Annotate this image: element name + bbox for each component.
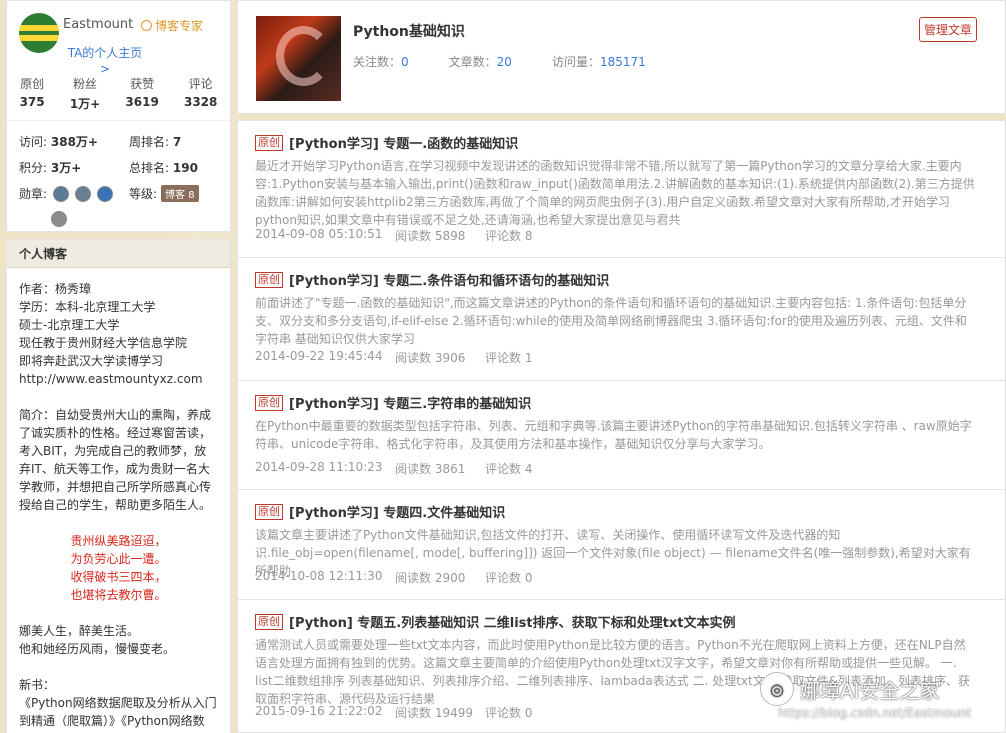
stat-original: 原创 375 — [19, 77, 45, 109]
points-label: 积分: — [19, 161, 48, 175]
stat-comments: 评论 3328 — [183, 77, 218, 109]
column-header: Python基础知识 关注数：0 文章数：20 访问量：185171 管理文章 — [237, 0, 1006, 114]
username[interactable]: Eastmount — [63, 17, 133, 32]
article-meta: 2014-10-08 12:11:30 阅读数 2900 评论数 0 — [255, 569, 533, 585]
article-title[interactable]: 原创 [Python] 专题五.列表基础知识 二维list排序、获取下标和处理t… — [255, 612, 735, 631]
article-item[interactable]: 原创 [Python学习] 专题四.文件基础知识 该篇文章主要讲述了Python… — [237, 490, 1006, 600]
column-meta: 关注数：0 文章数：20 访问量：185171 — [353, 55, 646, 69]
column-cover-image — [256, 16, 341, 101]
blog-heading: 个人博客 — [7, 240, 230, 268]
article-meta: 2014-09-22 19:45:44 阅读数 3906 评论数 1 — [255, 349, 533, 365]
article-title[interactable]: 原创 [Python学习] 专题四.文件基础知识 — [255, 502, 505, 521]
watermark-url: https://blog.csdn.net/Eastmount — [778, 706, 972, 720]
original-tag: 原创 — [255, 394, 283, 411]
watermark-text: 娜璋AI安全之家 — [800, 678, 940, 703]
stat-fans[interactable]: 粉丝 1万+ — [70, 75, 100, 112]
author-bio: 简介：自幼受贵州大山的熏陶，养成了诚实质朴的性格。经过寒窗苦读，考入BIT，为完… — [19, 408, 212, 512]
level-badge: 博客 8 — [161, 185, 199, 202]
expert-label: 博客专家 — [155, 19, 204, 33]
total-rank-value: 190 — [172, 161, 198, 175]
article-title[interactable]: 原创 [Python学习] 专题二.条件语句和循环语句的基础知识 — [255, 270, 609, 289]
medal-icon[interactable] — [51, 211, 67, 227]
medal-icon[interactable] — [53, 185, 70, 202]
article-summary: 最近才开始学习Python语言,在学习视频中发现讲述的函数知识觉得非常不错,所以… — [255, 159, 975, 227]
original-tag: 原创 — [255, 613, 283, 630]
article-title[interactable]: 原创 [Python学习] 专题三.字符串的基础知识 — [255, 393, 531, 412]
points-value: 3万+ — [50, 161, 82, 175]
article-summary: 在Python中最重要的数据类型包括字符串、列表、元组和字典等.该篇主要讲述Py… — [255, 419, 972, 451]
view-count: 185171 — [599, 55, 646, 69]
avatar[interactable] — [19, 13, 59, 53]
level-label: 等级: — [129, 187, 158, 201]
visits-value: 388万+ — [50, 135, 98, 149]
author-intro: 作者：杨秀璋 学历：本科-北京理工大学 硕士-北京理工大学 现任教于贵州财经大学… — [19, 282, 203, 386]
original-tag: 原创 — [255, 134, 283, 151]
profile-stats: 原创 375 粉丝 1万+ 获赞 3619 评论 3328 — [7, 75, 230, 121]
follow-count: 0 — [401, 55, 409, 69]
personal-blog-card: 个人博客 作者：杨秀璋 学历：本科-北京理工大学 硕士-北京理工大学 现任教于贵… — [6, 239, 231, 733]
manage-articles-button[interactable]: 管理文章 — [918, 17, 977, 42]
author-motto: 娜美人生，醉美生活。 他和她经历风雨，慢慢变老。 — [19, 624, 176, 656]
original-tag: 原创 — [255, 503, 283, 520]
homepage-link[interactable]: TA的个人主页 > — [65, 45, 145, 77]
wechat-icon: ◎ — [760, 672, 794, 706]
article-count: 20 — [496, 55, 512, 69]
expert-badge: 博客专家 — [141, 17, 203, 34]
article-item[interactable]: 原创 [Python学习] 专题三.字符串的基础知识 在Python中最重要的数… — [237, 381, 1006, 490]
medals-label: 勋章: — [19, 187, 48, 201]
author-books[interactable]: 新书： 《Python网络数据爬取及分析从入门到精通（爬取篇）》《Python网… — [19, 676, 218, 730]
watermark: ◎ 娜璋AI安全之家 — [760, 672, 940, 706]
profile-card: Eastmount 博客专家 TA的个人主页 > 原创 375 粉丝 1万+ 获… — [6, 0, 231, 232]
rank-info: 访问: 388万+ 周排名: 7 积分: 3万+ 总排名: 190 勋章: 等级… — [19, 133, 220, 236]
medal-icon[interactable] — [75, 185, 92, 202]
article-meta: 2014-09-28 11:10:23 阅读数 3861 评论数 4 — [255, 460, 533, 476]
stat-likes: 获赞 3619 — [125, 77, 159, 109]
article-summary: 前面讲述了"专题一.函数的基础知识",而这篇文章讲述的Python的条件语句和循… — [255, 296, 967, 346]
original-tag: 原创 — [255, 271, 283, 288]
expert-icon — [141, 20, 152, 31]
total-rank-label: 总排名: — [129, 161, 170, 175]
article-item[interactable]: 原创 [Python学习] 专题二.条件语句和循环语句的基础知识 前面讲述了"专… — [237, 258, 1006, 381]
author-poem: 贵州纵美路迢迢， 为负劳心此一遭。 收得破书三四本， 也堪将去教尔曹。 — [70, 534, 167, 602]
main-content: Python基础知识 关注数：0 文章数：20 访问量：185171 管理文章 … — [237, 0, 1006, 733]
article-title[interactable]: 原创 [Python学习] 专题一.函数的基础知识 — [255, 133, 518, 152]
visits-label: 访问: — [19, 135, 48, 149]
article-meta: 2014-09-08 05:10:51 阅读数 5898 评论数 8 — [255, 227, 533, 243]
week-rank-label: 周排名: — [129, 135, 170, 149]
article-item[interactable]: 原创 [Python学习] 专题一.函数的基础知识 最近才开始学习Python语… — [237, 120, 1006, 258]
sidebar: Eastmount 博客专家 TA的个人主页 > 原创 375 粉丝 1万+ 获… — [6, 0, 231, 733]
column-title: Python基础知识 — [353, 24, 465, 40]
medal-icon[interactable] — [97, 185, 114, 202]
week-rank-value: 7 — [172, 135, 182, 149]
article-meta: 2015-09-16 21:22:02 阅读数 19499 评论数 0 — [255, 704, 533, 720]
